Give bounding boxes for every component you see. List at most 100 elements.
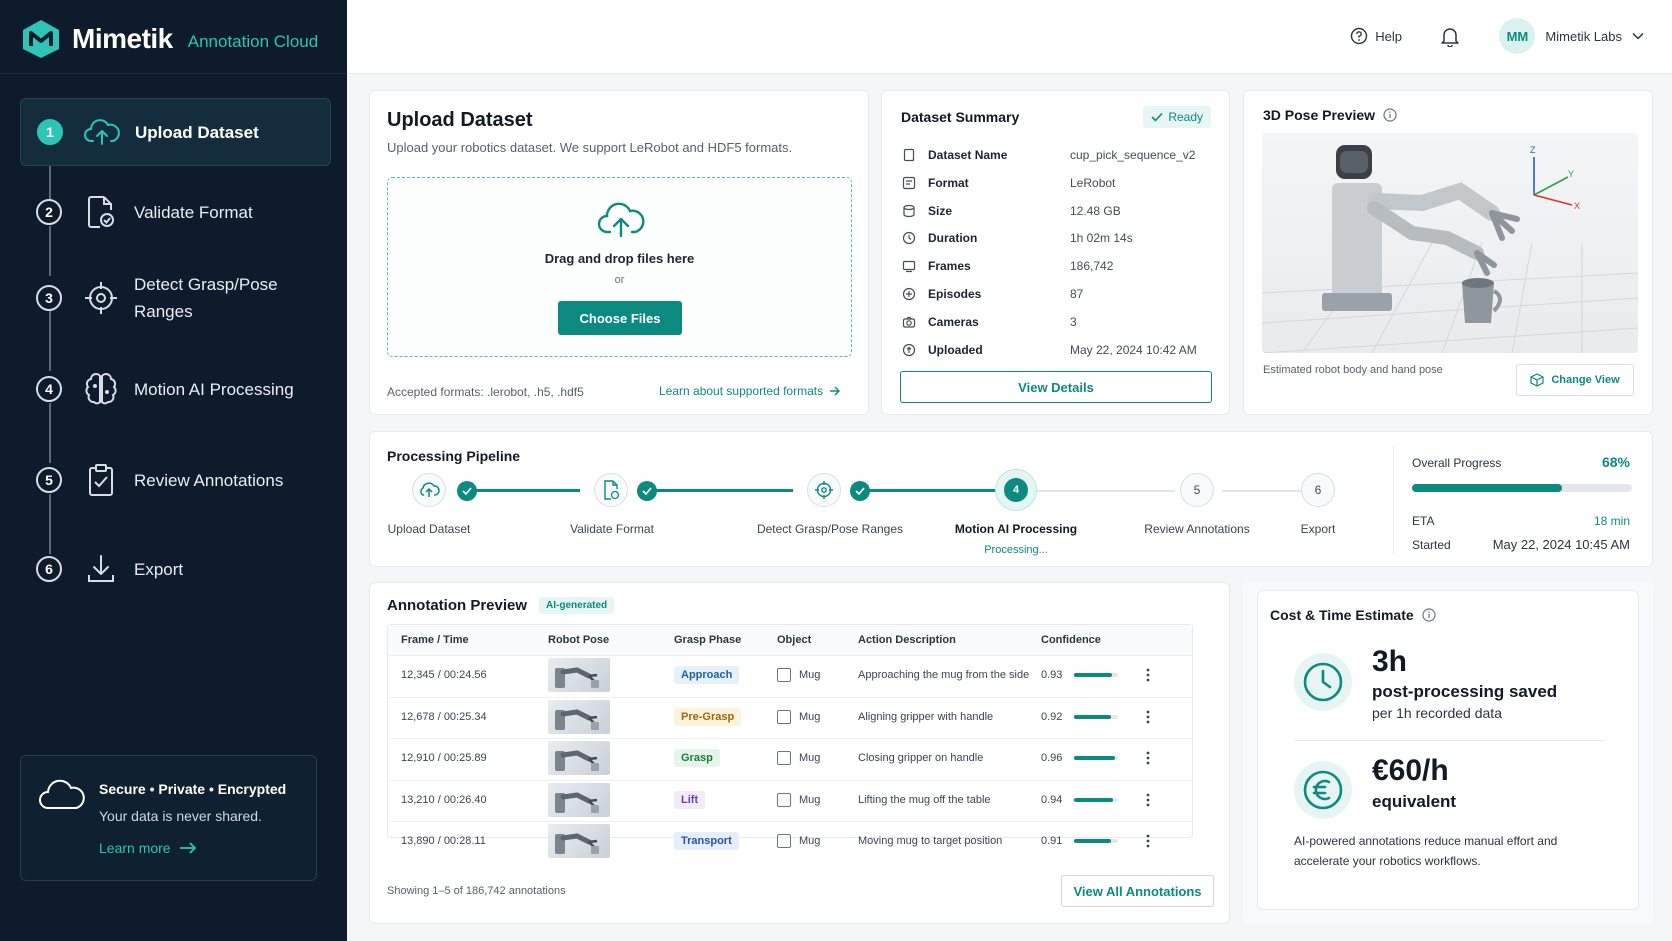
summary-key: Size <box>928 203 953 218</box>
annotation-title: Annotation Preview <box>387 597 528 614</box>
pose-viewport[interactable]: Z Y X <box>1262 133 1638 353</box>
sidebar-step-upload-dataset[interactable]: 1 Upload Dataset <box>20 98 331 166</box>
time-saved-sub: per 1h recorded data <box>1372 705 1502 721</box>
pose-title: 3D Pose Preview <box>1263 107 1376 123</box>
security-notice: Secure • Private • Encrypted Your data i… <box>20 755 317 881</box>
checkbox[interactable] <box>777 709 791 724</box>
brand[interactable]: Mimetik Annotation Cloud <box>20 15 318 63</box>
checkbox[interactable] <box>777 834 791 849</box>
sidebar-step-detect-grasp-pose[interactable]: 3 Detect Grasp/Pose Ranges <box>20 270 331 326</box>
pipeline-connector <box>1222 490 1309 492</box>
summary-row: Size 12.48 GB <box>902 204 1121 218</box>
confidence-bar <box>1074 756 1119 761</box>
column-header: Grasp Phase <box>674 634 742 646</box>
frame-time: 13,890 / 00:28.11 <box>401 835 486 848</box>
help-label: Help <box>1375 28 1402 44</box>
started-value: May 22, 2024 10:45 AM <box>1492 537 1630 552</box>
confidence-fill <box>1074 714 1112 719</box>
pipeline-step-validate[interactable] <box>594 473 628 507</box>
pipeline-step-review[interactable]: 5 <box>1180 473 1214 507</box>
phase-badge: Transport <box>674 832 739 851</box>
step-number: 6 <box>36 556 62 582</box>
pipeline-step-detect[interactable] <box>807 473 841 507</box>
change-view-label: Change View <box>1551 374 1620 386</box>
summary-value: 1h 02m 14s <box>1070 231 1133 246</box>
pipeline-step-export[interactable]: 6 <box>1301 473 1335 507</box>
pipeline-connector <box>467 489 580 492</box>
more-options-icon[interactable] <box>1146 822 1150 860</box>
table-row[interactable]: 13,210 / 00:26.40 Lift Mug Lifting the mug … <box>388 779 1192 819</box>
pipeline-step-motion-ai[interactable]: 4 <box>995 469 1037 511</box>
info-icon[interactable] <box>1383 108 1397 122</box>
change-view-button[interactable]: Change View <box>1516 364 1634 396</box>
more-options-icon[interactable] <box>1146 781 1150 819</box>
price-value: €60/h <box>1372 754 1449 787</box>
view-all-annotations-button[interactable]: View All Annotations <box>1061 875 1214 907</box>
table-row[interactable]: 13,890 / 00:28.11 Transport Mug Moving mug … <box>388 821 1192 860</box>
column-header: Object <box>777 634 812 646</box>
more-options-icon[interactable] <box>1146 698 1150 736</box>
robot-pose-thumbnail[interactable] <box>548 822 610 860</box>
summary-value: LeRobot <box>1070 175 1116 190</box>
more-options-icon[interactable] <box>1146 656 1150 694</box>
pipeline-status: Processing... <box>984 544 1048 556</box>
pipeline-connector <box>1030 490 1175 492</box>
choose-files-button[interactable]: Choose Files <box>558 301 682 335</box>
cost-title: Cost & Time Estimate <box>1270 607 1414 623</box>
sidebar-step-review-annotations[interactable]: 5 Review Annotations <box>20 452 331 508</box>
action-description: Aligning gripper with handle <box>858 710 994 723</box>
frames-icon <box>902 259 916 273</box>
user-menu[interactable]: MM Mimetik Labs <box>1499 18 1644 54</box>
summary-value: 12.48 GB <box>1070 203 1121 218</box>
table-row[interactable]: 12,345 / 00:24.56 Approach Mug Approaching … <box>388 655 1192 694</box>
upload-card: Upload Dataset Upload your robotics data… <box>369 90 869 415</box>
brain-icon <box>82 370 120 408</box>
step-number: 5 <box>36 467 62 493</box>
step-label: Upload Dataset <box>135 122 259 142</box>
robot-pose-thumbnail[interactable] <box>548 781 610 819</box>
annotation-table: Frame / Time Robot Pose Grasp Phase Obje… <box>387 624 1193 859</box>
chevron-down-icon <box>1632 32 1644 40</box>
table-row[interactable]: 12,910 / 00:25.89 Grasp Mug Closing gripper… <box>388 738 1192 777</box>
summary-value: 3 <box>1070 314 1077 329</box>
view-details-button[interactable]: View Details <box>900 371 1212 403</box>
robot-arm-icon <box>555 709 599 730</box>
cube-icon <box>1530 373 1544 387</box>
pipeline-label: Export <box>1300 522 1336 536</box>
robot-pose-thumbnail[interactable] <box>548 698 610 736</box>
sidebar-step-export[interactable]: 6 Export <box>20 544 331 594</box>
confidence-value: 0.91 <box>1041 835 1063 848</box>
dropzone[interactable]: Drag and drop files here or Choose Files <box>387 177 852 357</box>
summary-key: Duration <box>928 231 978 246</box>
info-icon[interactable] <box>1422 608 1436 622</box>
summary-title: Dataset Summary <box>901 109 1020 125</box>
summary-row: Uploaded May 22, 2024 10:42 AM <box>902 343 1197 357</box>
supported-formats-link[interactable]: Learn about supported formats <box>659 384 841 398</box>
help-button[interactable]: Help <box>1350 27 1402 45</box>
sidebar-step-motion-ai[interactable]: 4 Motion AI Processing <box>20 361 331 417</box>
divider <box>1393 446 1394 554</box>
frame-time: 12,678 / 00:25.34 <box>401 710 487 723</box>
more-options-icon[interactable] <box>1146 739 1150 777</box>
arrow-right-icon <box>179 842 197 854</box>
pipeline-connector <box>647 489 793 492</box>
robot-pose-thumbnail[interactable] <box>548 656 610 694</box>
confidence-fill <box>1074 673 1113 677</box>
summary-row: Cameras 3 <box>902 315 1077 329</box>
bell-icon <box>1440 25 1460 47</box>
checkbox[interactable] <box>777 792 791 807</box>
robot-pose-thumbnail[interactable] <box>548 739 610 777</box>
started-label: Started <box>1412 538 1451 552</box>
checkbox[interactable] <box>777 751 791 766</box>
notifications-button[interactable] <box>1440 25 1460 47</box>
checkbox[interactable] <box>777 668 791 682</box>
sidebar-step-validate-format[interactable]: 2 Validate Format <box>20 186 331 238</box>
summary-key: Cameras <box>928 314 979 329</box>
pipeline-step-upload[interactable] <box>412 473 446 507</box>
step-number: 4 <box>1004 478 1028 502</box>
table-row[interactable]: 12,678 / 00:25.34 Pre-Grasp Mug Aligning gr… <box>388 696 1192 736</box>
step-label: Export <box>134 559 184 579</box>
summary-row: Episodes 87 <box>902 287 1083 301</box>
clock-icon <box>902 231 916 245</box>
learn-more-link[interactable]: Learn more <box>99 840 197 856</box>
